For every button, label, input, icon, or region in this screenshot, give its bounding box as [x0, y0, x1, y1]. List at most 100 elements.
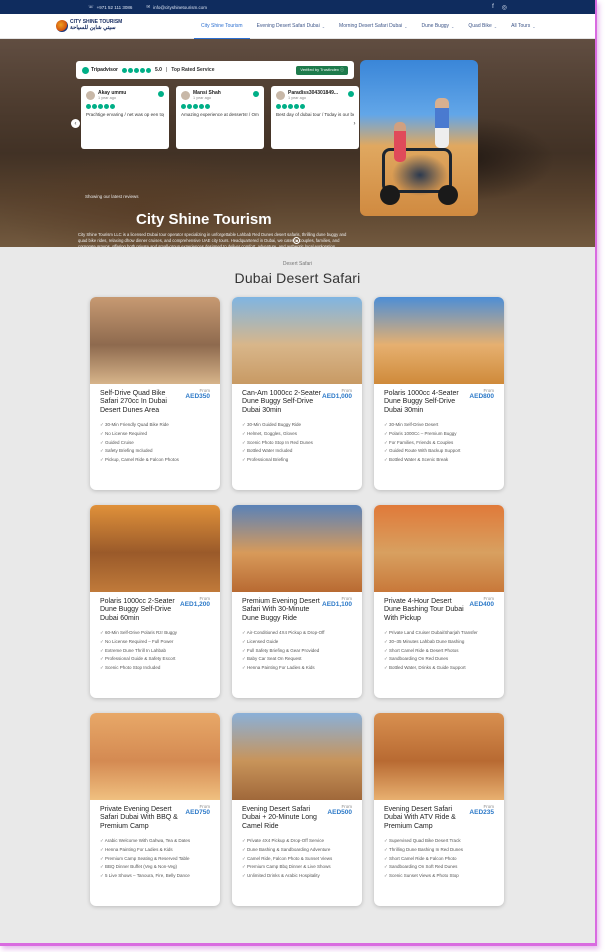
- tour-image[interactable]: [374, 505, 504, 592]
- feature-item: Short Camel Ride & Falcon Photo: [384, 855, 494, 864]
- tour-card[interactable]: Premium Evening Desert Safari With 30-Mi…: [232, 505, 362, 698]
- tripadvisor-header: Tripadvisor 5.0 | Top Rated Service Veri…: [76, 61, 354, 79]
- review-text: Best day of dubai tour / Today is our be…: [276, 112, 354, 117]
- logo-emblem-icon: [56, 20, 68, 32]
- feature-list: 30-Min Self-Drive DesertPolaris 1000Cc –…: [384, 421, 494, 465]
- feature-item: Private Land Cruiser Dubai/Sharjah Trans…: [384, 629, 494, 638]
- tour-image[interactable]: [232, 505, 362, 592]
- nav-item-0[interactable]: City Shine Tourism: [194, 14, 250, 39]
- facebook-icon[interactable]: f: [492, 4, 494, 11]
- tour-image[interactable]: [374, 713, 504, 800]
- feature-item: Licensed Guide: [242, 638, 352, 647]
- tour-card[interactable]: Evening Desert Safari Dubai With ATV Rid…: [374, 713, 504, 906]
- feature-item: 30-Min Friendly Quad Bike Ride: [100, 421, 210, 430]
- feature-list: 60-Min Self-Drive Polaris Rzr BuggyNo Li…: [100, 629, 210, 673]
- tour-title[interactable]: Premium Evening Desert Safari With 30-Mi…: [242, 598, 322, 623]
- tripadvisor-owl-icon: [82, 66, 89, 74]
- tour-title[interactable]: Polaris 1000cc 2-Seater Dune Buggy Self-…: [100, 598, 180, 623]
- nav-item-1[interactable]: Evening Desert Safari Dubai ⌄: [250, 14, 332, 39]
- feature-item: Arabic Welcome With Gahwa, Tea & Dates: [100, 837, 210, 846]
- phone-contact[interactable]: ☏ +971 52 111 3086: [88, 4, 132, 10]
- rating-bubbles: [181, 104, 259, 109]
- tour-card[interactable]: Evening Desert Safari Dubai + 20-Minute …: [232, 713, 362, 906]
- tour-image[interactable]: [90, 713, 220, 800]
- feature-item: Polaris 1000Cc – Premium Buggy: [384, 430, 494, 439]
- tour-image[interactable]: [232, 713, 362, 800]
- feature-item: BBQ Dinner Buffet (Veg & Non-Veg): [100, 863, 210, 872]
- rating-score: 5.0: [154, 67, 162, 73]
- feature-item: Helmet, Goggles, Gloves: [242, 430, 352, 439]
- slider-dot[interactable]: [293, 237, 300, 244]
- feature-item: Safety Briefing Included: [100, 447, 210, 456]
- instagram-icon[interactable]: ◎: [502, 4, 507, 11]
- nav-item-5[interactable]: All Tours ⌄: [504, 14, 542, 39]
- feature-item: Scenic Photo Stop In Red Dunes: [242, 439, 352, 448]
- feature-list: 30-Min Friendly Quad Bike RideNo License…: [100, 421, 210, 465]
- tour-card[interactable]: Private Evening Desert Safari Dubai With…: [90, 713, 220, 906]
- review-card[interactable]: Akay ummu 1 year ago Prachtige ervaring / …: [81, 86, 169, 149]
- site-logo[interactable]: CITY SHINE TOURISM سيتي شاين للسياحة: [56, 20, 156, 32]
- tripadvisor-logo: Tripadvisor: [82, 66, 118, 74]
- tour-title[interactable]: Polaris 1000cc 4-Seater Dune Buggy Self-…: [384, 390, 469, 415]
- feature-list: Supervised Quad Bike Desert TrackThrilli…: [384, 837, 494, 881]
- tour-title[interactable]: Private Evening Desert Safari Dubai With…: [100, 806, 185, 831]
- tour-title[interactable]: Evening Desert Safari Dubai With ATV Rid…: [384, 806, 469, 831]
- tour-card[interactable]: Can-Am 1000cc 2-Seater Dune Buggy Self-D…: [232, 297, 362, 490]
- verified-badge[interactable]: Verified by TrustIndex ⓘ: [296, 65, 348, 75]
- reviews-next-button[interactable]: ›: [350, 119, 359, 128]
- tripadvisor-icon: [158, 91, 164, 97]
- tour-price: AED1,200: [180, 601, 210, 608]
- tour-image[interactable]: [374, 297, 504, 384]
- nav-item-3[interactable]: Dune Buggy ⌄: [415, 14, 462, 39]
- email-contact[interactable]: ✉ info@cityshinetourism.com: [146, 4, 207, 10]
- feature-item: Henna Painting For Ladies & Kids: [242, 664, 352, 673]
- tour-price: AED800: [469, 393, 494, 400]
- hero-buggy-photo: [360, 60, 478, 216]
- feature-item: Guided Cruise: [100, 439, 210, 448]
- feature-item: Baby Car Seat On Request: [242, 655, 352, 664]
- feature-item: Sandboarding On Soft Red Dunes: [384, 863, 494, 872]
- tour-price: AED1,100: [322, 601, 352, 608]
- mail-icon: ✉: [146, 4, 151, 9]
- feature-item: Private 4X4 Pickup & Drop-Off Service: [242, 837, 352, 846]
- tour-title[interactable]: Evening Desert Safari Dubai + 20-Minute …: [242, 806, 327, 831]
- tour-card[interactable]: Polaris 1000cc 4-Seater Dune Buggy Self-…: [374, 297, 504, 490]
- review-text: Prachtige ervaring / net was op een top!…: [86, 112, 164, 117]
- tour-price: AED350: [185, 393, 210, 400]
- tour-grid: Self-Drive Quad Bike Safari 270cc In Dub…: [90, 297, 506, 906]
- feature-item: Thrilling Dune Bashing In Red Dunes: [384, 846, 494, 855]
- feature-item: 30-Min Self-Drive Desert: [384, 421, 494, 430]
- feature-item: Camel Ride, Falcon Photo & Sunset Views: [242, 855, 352, 864]
- feature-item: Scenic Sunset Views & Photo Stop: [384, 872, 494, 881]
- review-card[interactable]: Mansi Shah 1 year ago Amazing experience a…: [176, 86, 264, 149]
- tour-image[interactable]: [90, 505, 220, 592]
- tour-card[interactable]: Private 4-Hour Desert Dune Bashing Tour …: [374, 505, 504, 698]
- feature-item: 30–35 Minutes Lahbab Dune Bashing: [384, 638, 494, 647]
- rating-bubbles: [86, 104, 164, 109]
- tour-title[interactable]: Self-Drive Quad Bike Safari 270cc In Dub…: [100, 390, 185, 415]
- page-frame: ☏ +971 52 111 3086 ✉ info@cityshinetourism…: [0, 0, 597, 946]
- feature-list: 30-Min Guided Buggy RideHelmet, Goggles,…: [242, 421, 352, 465]
- tour-card[interactable]: Self-Drive Quad Bike Safari 270cc In Dub…: [90, 297, 220, 490]
- feature-item: No License Required – Full Power: [100, 638, 210, 647]
- feature-item: Extreme Dune Thrill In Lahbab: [100, 647, 210, 656]
- feature-item: 60-Min Self-Drive Polaris Rzr Buggy: [100, 629, 210, 638]
- tour-title[interactable]: Private 4-Hour Desert Dune Bashing Tour …: [384, 598, 469, 623]
- feature-item: Premium Camp Seating & Reserved Table: [100, 855, 210, 864]
- tour-price: AED400: [469, 601, 494, 608]
- nav-item-4[interactable]: Quad Bike ⌄: [461, 14, 504, 39]
- review-card[interactable]: Paradiss304301849... 1 year ago Best day o…: [271, 86, 359, 149]
- nav-item-2[interactable]: Morning Desert Safari Dubai ⌄: [332, 14, 414, 39]
- tour-image[interactable]: [90, 297, 220, 384]
- reviews-prev-button[interactable]: ‹: [71, 119, 80, 128]
- tour-image[interactable]: [232, 297, 362, 384]
- hero-title: City Shine Tourism: [136, 211, 272, 228]
- feature-list: Air-Conditioned 4X4 Pickup & Drop-OffLic…: [242, 629, 352, 673]
- feature-item: Henna Painting For Ladies & Kids: [100, 846, 210, 855]
- section-title: Dubai Desert Safari: [234, 270, 361, 286]
- feature-list: Private Land Cruiser Dubai/Sharjah Trans…: [384, 629, 494, 673]
- tour-price: AED750: [185, 809, 210, 816]
- feature-item: No License Required: [100, 430, 210, 439]
- tour-card[interactable]: Polaris 1000cc 2-Seater Dune Buggy Self-…: [90, 505, 220, 698]
- tour-title[interactable]: Can-Am 1000cc 2-Seater Dune Buggy Self-D…: [242, 390, 322, 415]
